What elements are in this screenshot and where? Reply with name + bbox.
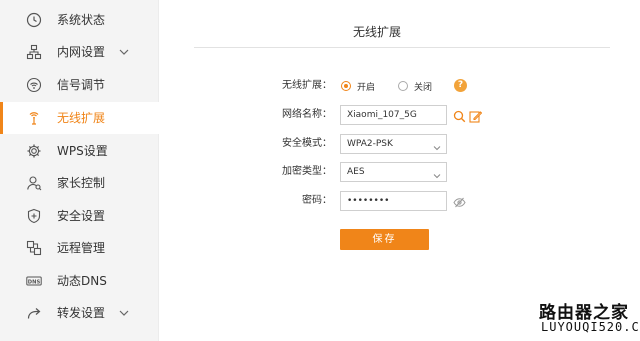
eye-hidden-icon[interactable] bbox=[453, 194, 466, 208]
sidebar-item-label: WPS设置 bbox=[57, 144, 108, 158]
encryption-type-select[interactable]: AES bbox=[340, 162, 447, 182]
watermark-sub: LUYOUQI520.COM bbox=[541, 320, 640, 334]
sidebar-item-parental-control[interactable]: 家长控制 bbox=[0, 167, 159, 199]
watermark-logo: 路由器之家 LUYOUQI520.COM bbox=[539, 298, 640, 338]
security-mode-label: 安全模式： bbox=[282, 138, 332, 149]
encryption-type-label: 加密类型： bbox=[282, 166, 332, 177]
main-content: 无线扩展 无线扩展： 开启 关闭 ? 网络名称： Xiaomi_107_5G 安… bbox=[160, 0, 640, 341]
sidebar-item-label: 远程管理 bbox=[57, 241, 106, 255]
sidebar-item-label: 无线扩展 bbox=[57, 111, 106, 125]
chevron-down-icon bbox=[433, 141, 441, 151]
svg-text:DNS: DNS bbox=[28, 279, 41, 285]
radio-off-label: 关闭 bbox=[414, 82, 433, 93]
title-divider bbox=[194, 47, 610, 48]
chevron-down-icon[interactable] bbox=[118, 307, 130, 319]
sidebar-item-label: 内网设置 bbox=[57, 45, 106, 59]
help-icon[interactable]: ? bbox=[454, 79, 467, 92]
wifi-signal-icon bbox=[26, 77, 42, 93]
save-button[interactable]: 保存 bbox=[340, 229, 429, 250]
radio-option-off[interactable]: 关闭 bbox=[398, 79, 432, 93]
radio-on-label: 开启 bbox=[357, 82, 376, 93]
radio-option-on[interactable]: 开启 bbox=[341, 79, 375, 93]
sidebar-item-forward-settings[interactable]: 转发设置 bbox=[0, 297, 159, 329]
sidebar-item-wps-settings[interactable]: WPS设置 bbox=[0, 135, 159, 167]
password-input[interactable]: •••••••• bbox=[340, 191, 447, 211]
dns-icon: DNS bbox=[26, 273, 42, 289]
sidebar-item-system-status[interactable]: 系统状态 bbox=[0, 4, 159, 36]
password-label: 密码： bbox=[302, 195, 332, 206]
encryption-type-value: AES bbox=[347, 167, 365, 177]
sidebar-item-wireless-extend[interactable]: 无线扩展 bbox=[0, 102, 159, 134]
sidebar-item-ddns[interactable]: DNS 动态DNS bbox=[0, 265, 159, 297]
radio-unchecked-icon[interactable] bbox=[398, 81, 408, 91]
remote-manage-icon bbox=[26, 240, 42, 256]
security-mode-value: WPA2-PSK bbox=[347, 139, 393, 149]
sidebar-item-label: 家长控制 bbox=[57, 176, 106, 190]
parent-user-icon bbox=[26, 175, 42, 191]
sidebar-item-lan-settings[interactable]: 内网设置 bbox=[0, 36, 159, 68]
sidebar-item-label: 转发设置 bbox=[57, 306, 106, 320]
sidebar-item-label: 动态DNS bbox=[57, 274, 107, 288]
search-icon[interactable] bbox=[453, 108, 466, 123]
sidebar-item-label: 系统状态 bbox=[57, 13, 106, 27]
network-name-label: 网络名称： bbox=[282, 109, 332, 120]
edit-icon[interactable] bbox=[469, 108, 483, 123]
shield-icon bbox=[26, 208, 42, 224]
radio-checked-icon[interactable] bbox=[341, 81, 351, 91]
chevron-down-icon bbox=[433, 169, 441, 179]
network-name-input[interactable]: Xiaomi_107_5G bbox=[340, 105, 447, 125]
wireless-extend-icon bbox=[26, 110, 42, 126]
page-title: 无线扩展 bbox=[353, 25, 402, 39]
sidebar-item-label: 安全设置 bbox=[57, 209, 106, 223]
forward-icon bbox=[26, 305, 42, 321]
sidebar-item-security-settings[interactable]: 安全设置 bbox=[0, 200, 159, 232]
sidebar-item-remote-management[interactable]: 远程管理 bbox=[0, 232, 159, 264]
sidebar-item-label: 信号调节 bbox=[57, 78, 106, 92]
sidebar: 系统状态 内网设置 信号调节 无线扩展 WPS设置 家长控制 安全设置 远程管理… bbox=[0, 0, 159, 341]
sidebar-item-signal-adjust[interactable]: 信号调节 bbox=[0, 69, 159, 101]
security-mode-select[interactable]: WPA2-PSK bbox=[340, 134, 447, 154]
gear-icon bbox=[26, 143, 42, 159]
wireless-extend-label: 无线扩展： bbox=[282, 80, 332, 91]
clock-icon bbox=[26, 12, 42, 28]
network-icon bbox=[26, 44, 42, 60]
chevron-down-icon[interactable] bbox=[118, 46, 130, 58]
